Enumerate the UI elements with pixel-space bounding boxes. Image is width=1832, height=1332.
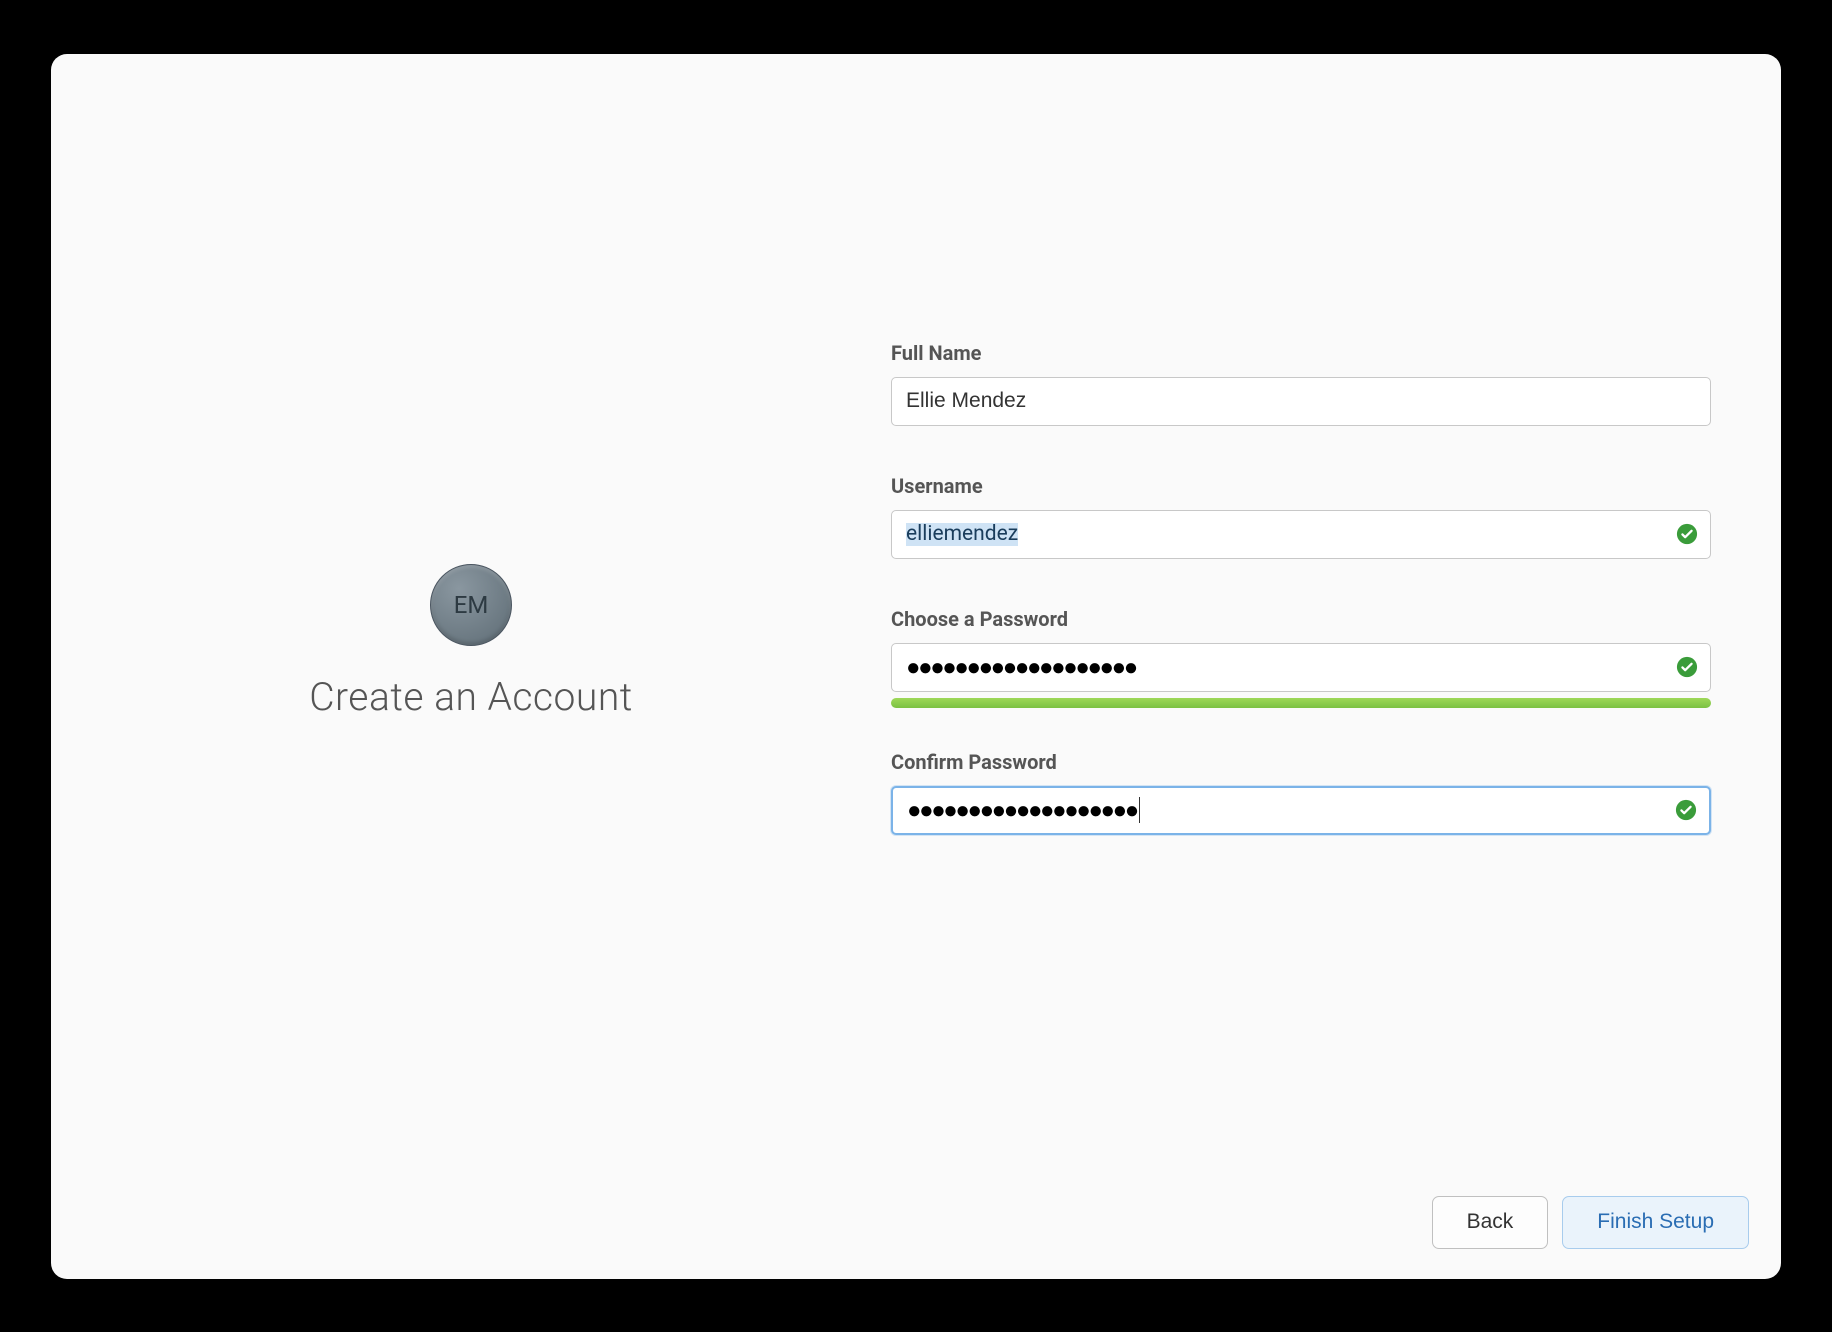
text-cursor bbox=[1139, 797, 1140, 823]
button-row: Back Finish Setup bbox=[1432, 1196, 1749, 1249]
username-value: elliemendez bbox=[906, 523, 1018, 546]
confirm-label: Confirm Password bbox=[891, 750, 1711, 774]
check-icon bbox=[1675, 799, 1697, 821]
password-label: Choose a Password bbox=[891, 607, 1711, 631]
avatar-initials: EM bbox=[454, 591, 489, 619]
form-panel: Full Name Username elliemendez C bbox=[891, 324, 1781, 1279]
back-button[interactable]: Back bbox=[1432, 1196, 1549, 1249]
fullname-group: Full Name bbox=[891, 341, 1711, 426]
password-group: Choose a Password ●●●●●●●●●●●●●●●●●●● bbox=[891, 607, 1711, 708]
username-input[interactable]: elliemendez bbox=[891, 510, 1711, 559]
password-strength-bar bbox=[891, 698, 1711, 708]
confirm-group: Confirm Password ●●●●●●●●●●●●●●●●●●● bbox=[891, 750, 1711, 835]
password-input-wrapper: ●●●●●●●●●●●●●●●●●●● bbox=[891, 643, 1711, 708]
username-group: Username elliemendez bbox=[891, 474, 1711, 559]
check-icon bbox=[1676, 523, 1698, 545]
username-input-wrapper: elliemendez bbox=[891, 510, 1711, 559]
fullname-label: Full Name bbox=[891, 341, 1711, 365]
confirm-input[interactable]: ●●●●●●●●●●●●●●●●●●● bbox=[891, 786, 1711, 835]
password-mask: ●●●●●●●●●●●●●●●●●●● bbox=[906, 653, 1136, 682]
username-label: Username bbox=[891, 474, 1711, 498]
finish-setup-button[interactable]: Finish Setup bbox=[1562, 1196, 1749, 1249]
password-input[interactable]: ●●●●●●●●●●●●●●●●●●● bbox=[891, 643, 1711, 692]
avatar[interactable]: EM bbox=[430, 564, 512, 646]
confirm-input-wrapper: ●●●●●●●●●●●●●●●●●●● bbox=[891, 786, 1711, 835]
fullname-input-wrapper bbox=[891, 377, 1711, 426]
confirm-mask: ●●●●●●●●●●●●●●●●●●● bbox=[907, 796, 1137, 825]
setup-window: EM Create an Account Full Name Username … bbox=[51, 54, 1781, 1279]
check-icon bbox=[1676, 656, 1698, 678]
content-area: EM Create an Account Full Name Username … bbox=[51, 54, 1781, 1279]
fullname-input[interactable] bbox=[891, 377, 1711, 426]
left-panel: EM Create an Account bbox=[51, 324, 891, 1279]
page-title: Create an Account bbox=[309, 674, 633, 720]
